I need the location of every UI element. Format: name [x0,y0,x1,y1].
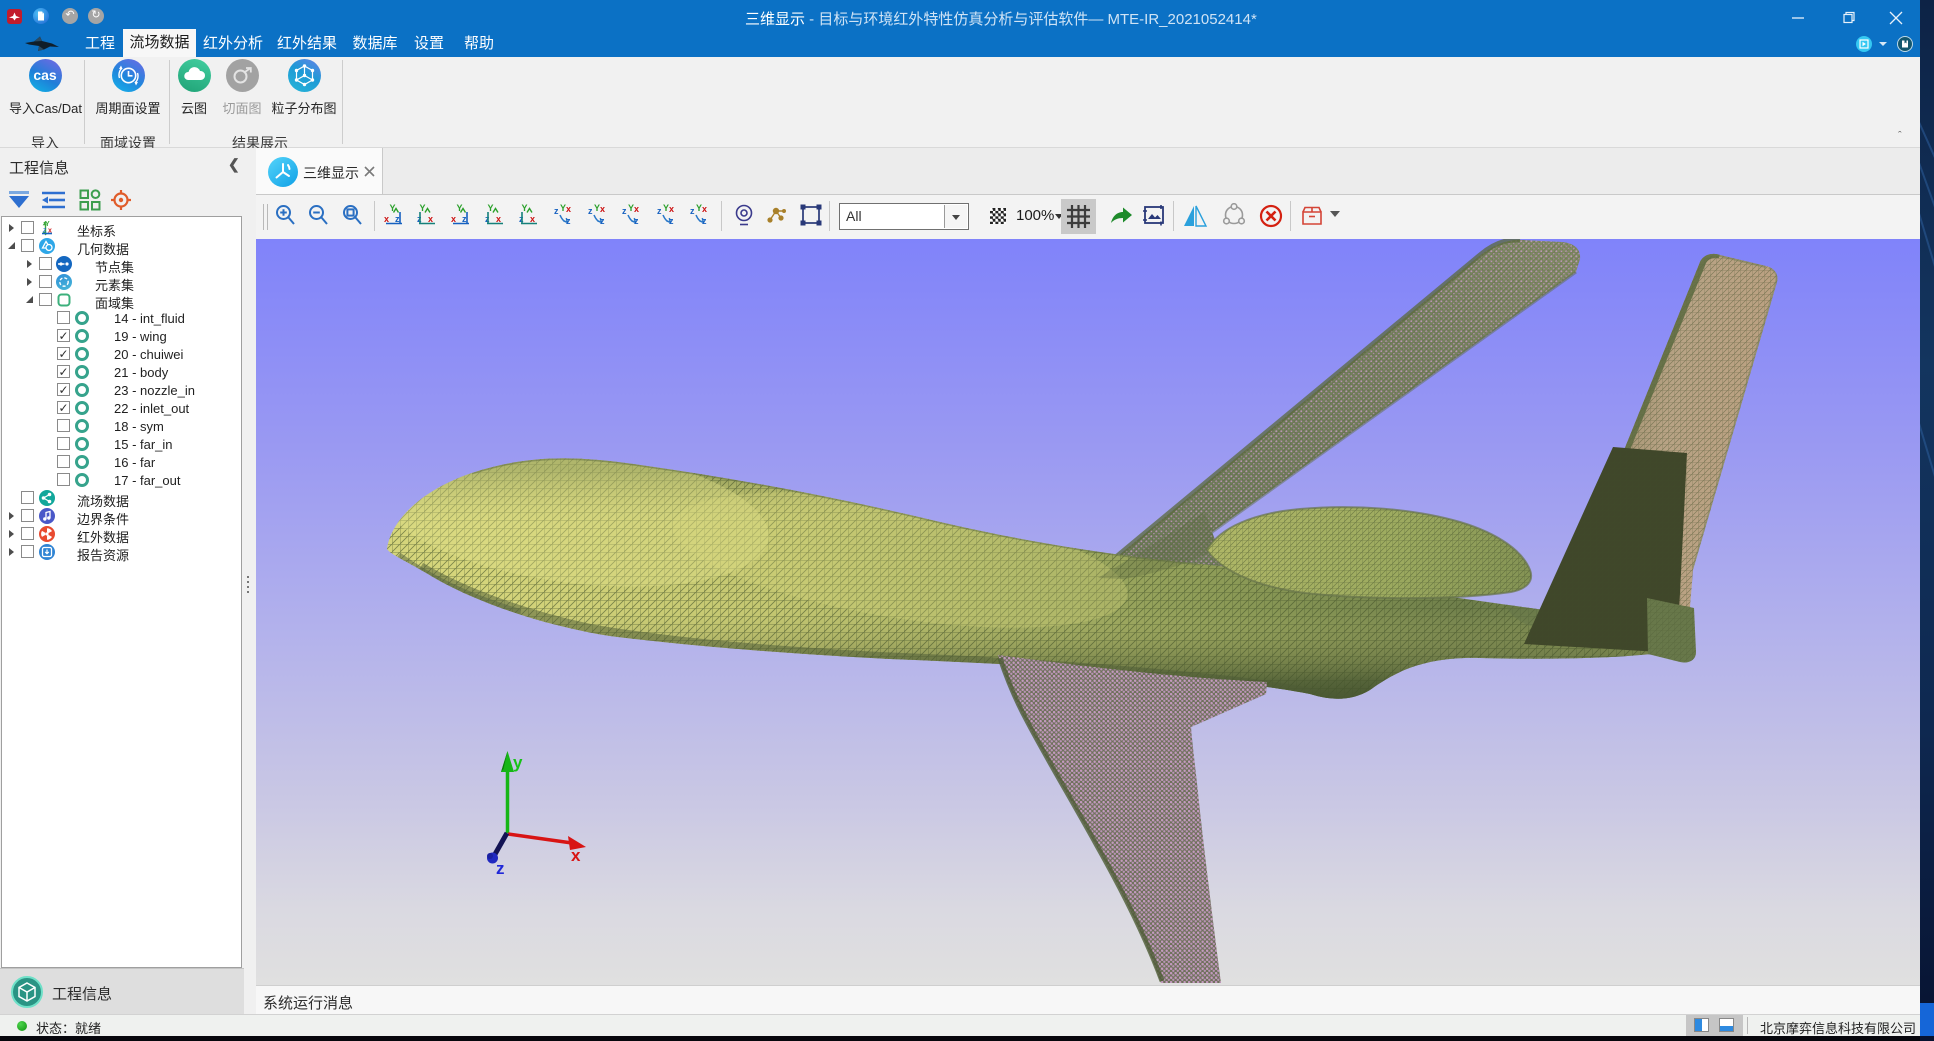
svg-text:z: z [43,227,47,234]
svg-text:y: y [513,753,523,772]
svg-text:x: x [48,228,52,235]
svg-text:x: x [571,846,581,865]
svg-text:z: z [496,859,505,878]
svg-text:Y: Y [45,221,50,228]
